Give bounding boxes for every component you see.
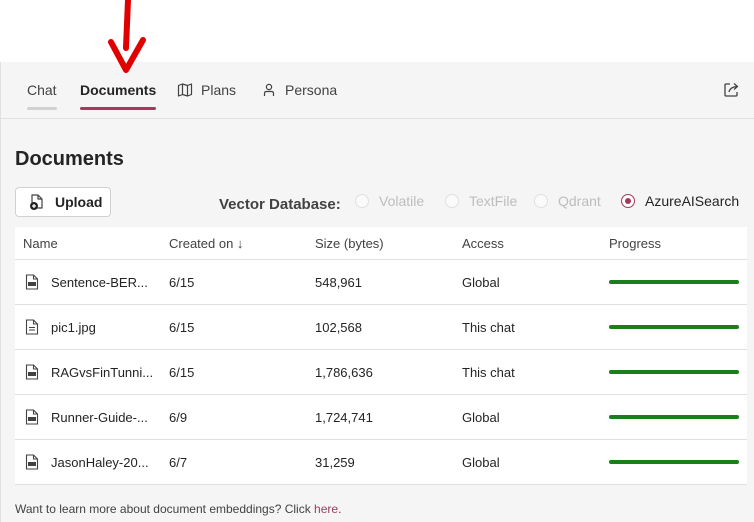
table-header: Name Created on ↓ Size (bytes) Access Pr… xyxy=(15,227,747,260)
table-row[interactable]: RAGvsFinTunni... 6/15 1,786,636 This cha… xyxy=(15,350,747,395)
tab-chat[interactable]: Chat xyxy=(27,62,57,118)
document-icon xyxy=(25,274,39,290)
annotation-arrow-icon xyxy=(108,0,146,73)
share-icon[interactable] xyxy=(723,81,740,98)
radio-dot-selected xyxy=(621,194,635,208)
tab-persona[interactable]: Persona xyxy=(261,62,337,118)
radio-textfile-label: TextFile xyxy=(469,193,518,209)
created-on: 6/15 xyxy=(169,365,195,380)
file-name[interactable]: JasonHaley-20... xyxy=(51,455,149,470)
footer-end: . xyxy=(338,502,342,516)
vector-database-label: Vector Database: xyxy=(219,196,341,213)
progress-bar xyxy=(609,325,739,329)
progress-bar xyxy=(609,415,739,419)
document-icon xyxy=(25,454,39,470)
tab-documents-underline xyxy=(80,107,157,110)
progress-bar xyxy=(609,280,739,284)
access-level: This chat xyxy=(462,365,515,380)
document-add-icon xyxy=(28,193,46,211)
footer-link[interactable]: here xyxy=(314,502,338,516)
map-icon xyxy=(177,82,193,98)
tab-chat-label: Chat xyxy=(27,82,57,98)
created-on: 6/15 xyxy=(169,320,195,335)
created-on: 6/7 xyxy=(169,455,188,470)
header-name[interactable]: Name xyxy=(23,236,58,251)
radio-azureaisearch[interactable]: AzureAISearch xyxy=(621,193,739,209)
file-name[interactable]: pic1.jpg xyxy=(51,320,96,335)
access-level: Global xyxy=(462,455,500,470)
header-size[interactable]: Size (bytes) xyxy=(315,236,384,251)
file-size: 548,961 xyxy=(315,275,362,290)
footer-text: Want to learn more about document embedd… xyxy=(15,502,315,516)
documents-table: Name Created on ↓ Size (bytes) Access Pr… xyxy=(15,227,747,485)
tab-persona-label: Persona xyxy=(285,82,338,98)
tab-documents-label: Documents xyxy=(80,82,157,98)
header-created-on[interactable]: Created on ↓ xyxy=(169,236,243,251)
radio-volatile[interactable]: Volatile xyxy=(355,193,424,209)
document-icon xyxy=(25,319,39,335)
upload-button-label: Upload xyxy=(55,194,103,210)
access-level: Global xyxy=(462,410,500,425)
table-row[interactable]: pic1.jpg 6/15 102,568 This chat xyxy=(15,305,747,350)
created-on: 6/9 xyxy=(169,410,188,425)
app-window: Chat Documents Plans Persona Documents U… xyxy=(0,62,754,522)
person-icon xyxy=(261,82,277,98)
radio-dot xyxy=(534,194,548,208)
file-size: 1,724,741 xyxy=(315,410,373,425)
file-name[interactable]: Sentence-BER... xyxy=(51,275,148,290)
radio-dot xyxy=(355,194,369,208)
progress-bar xyxy=(609,370,739,374)
radio-qdrant[interactable]: Qdrant xyxy=(534,193,601,209)
file-name[interactable]: Runner-Guide-... xyxy=(51,410,148,425)
footer-note: Want to learn more about document embedd… xyxy=(15,502,341,516)
page-title: Documents xyxy=(15,148,124,170)
file-name[interactable]: RAGvsFinTunni... xyxy=(51,365,153,380)
table-row[interactable]: Runner-Guide-... 6/9 1,724,741 Global xyxy=(15,395,747,440)
radio-volatile-label: Volatile xyxy=(379,193,425,209)
tab-chat-underline xyxy=(27,107,57,110)
radio-dot xyxy=(445,194,459,208)
tab-plans[interactable]: Plans xyxy=(177,62,236,118)
tab-plans-label: Plans xyxy=(201,82,237,98)
access-level: This chat xyxy=(462,320,515,335)
header-access[interactable]: Access xyxy=(462,236,504,251)
file-size: 31,259 xyxy=(315,455,355,470)
file-size: 102,568 xyxy=(315,320,362,335)
radio-textfile[interactable]: TextFile xyxy=(445,193,517,209)
access-level: Global xyxy=(462,275,500,290)
radio-qdrant-label: Qdrant xyxy=(558,193,601,209)
created-on: 6/15 xyxy=(169,275,195,290)
progress-bar xyxy=(609,460,739,464)
header-progress: Progress xyxy=(609,236,662,251)
upload-button[interactable]: Upload xyxy=(15,187,111,217)
file-size: 1,786,636 xyxy=(315,365,373,380)
table-row[interactable]: Sentence-BER... 6/15 548,961 Global xyxy=(15,260,747,305)
table-row[interactable]: JasonHaley-20... 6/7 31,259 Global xyxy=(15,440,747,485)
document-icon xyxy=(25,409,39,425)
radio-azureaisearch-label: AzureAISearch xyxy=(645,193,740,209)
document-icon xyxy=(25,364,39,380)
